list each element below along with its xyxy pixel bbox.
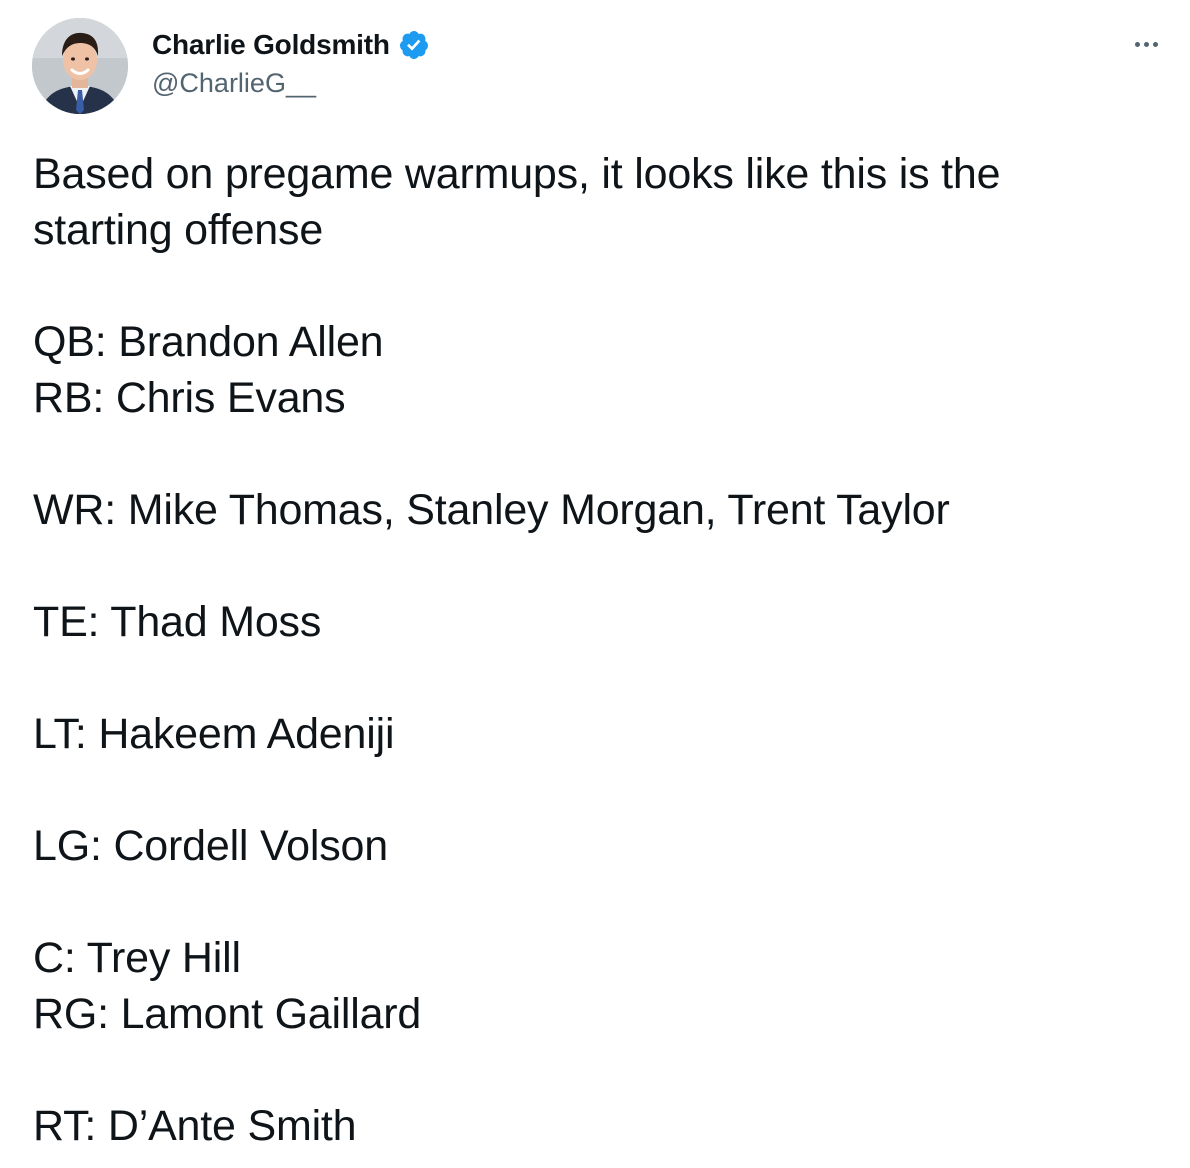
dot-icon: [1152, 41, 1158, 47]
tweet-line: starting offense: [33, 206, 324, 254]
tweet-line: TE: Thad Moss: [33, 598, 322, 646]
dot-icon: [1134, 41, 1140, 47]
dot-icon: [1143, 41, 1149, 47]
tweet-line: Based on pregame warmups, it looks like …: [33, 150, 1001, 198]
tweet-line: QB: Brandon Allen: [33, 318, 384, 366]
more-options-icon[interactable]: [1128, 30, 1164, 58]
tweet-line: LG: Cordell Volson: [33, 822, 388, 870]
verified-badge-icon: [398, 29, 430, 61]
tweet-line: C: Trey Hill: [33, 934, 241, 982]
tweet-line: RG: Lamont Gaillard: [33, 990, 422, 1038]
tweet-line: RB: Chris Evans: [33, 374, 346, 422]
avatar-photo: [32, 18, 128, 114]
tweet-line: WR: Mike Thomas, Stanley Morgan, Trent T…: [33, 486, 950, 534]
tweet-text: Based on pregame warmups, it looks like …: [33, 146, 1153, 1154]
author-display-name[interactable]: Charlie Goldsmith: [152, 29, 390, 61]
tweet-line: LT: Hakeem Adeniji: [33, 710, 395, 758]
author-name-row[interactable]: Charlie Goldsmith: [152, 26, 430, 64]
tweet-line: RT: D’Ante Smith: [33, 1102, 357, 1150]
author-handle[interactable]: @CharlieG__: [152, 68, 316, 99]
avatar[interactable]: [32, 18, 128, 114]
tweet-card: Charlie Goldsmith @CharlieG__ Based on p…: [0, 0, 1190, 1168]
